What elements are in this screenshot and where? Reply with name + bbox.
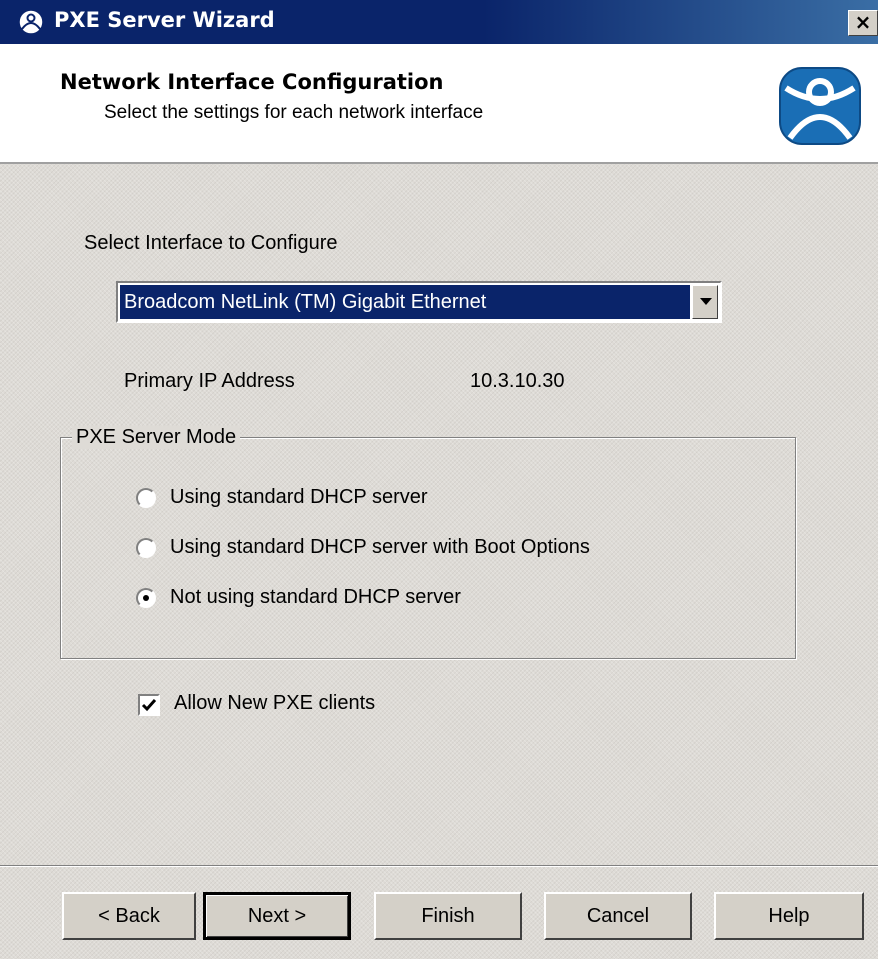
page-subtitle: Select the settings for each network int… — [104, 102, 484, 123]
allow-new-clients-label: Allow New PXE clients — [174, 692, 376, 714]
pxe-mode-legend: PXE Server Mode — [72, 426, 241, 449]
radio-label: Using standard DHCP server with Boot Opt… — [170, 536, 590, 558]
radio-button[interactable] — [136, 588, 156, 608]
page-title: Network Interface Configuration — [60, 70, 444, 94]
chevron-down-icon — [700, 298, 712, 305]
allow-new-clients-checkbox[interactable] — [138, 694, 160, 716]
app-icon — [18, 9, 44, 35]
radio-label: Not using standard DHCP server — [170, 586, 461, 608]
radio-label: Using standard DHCP server — [170, 486, 428, 508]
help-button[interactable]: Help — [714, 892, 864, 940]
finish-button[interactable]: Finish — [374, 892, 522, 940]
radio-button[interactable] — [136, 538, 156, 558]
thinmanager-logo-icon — [779, 67, 861, 145]
interface-label: Select Interface to Configure — [84, 232, 338, 254]
interface-dropdown[interactable]: Broadcom NetLink (TM) Gigabit Ethernet — [116, 281, 722, 323]
button-separator — [0, 865, 878, 867]
wizard-header: Network Interface Configuration Select t… — [0, 44, 878, 164]
window-title: PXE Server Wizard — [54, 8, 275, 32]
cancel-button[interactable]: Cancel — [544, 892, 692, 940]
back-button[interactable]: < Back — [62, 892, 196, 940]
dropdown-button[interactable] — [692, 285, 718, 319]
wizard-body: Select Interface to Configure Broadcom N… — [0, 164, 878, 959]
ip-address-value: 10.3.10.30 — [470, 370, 565, 392]
radio-selected-dot — [143, 595, 149, 601]
close-button[interactable]: × — [848, 10, 878, 36]
radio-button[interactable] — [136, 488, 156, 508]
title-bar[interactable]: PXE Server Wizard × — [0, 0, 878, 44]
ip-address-label: Primary IP Address — [124, 370, 295, 392]
checkmark-icon — [141, 699, 157, 712]
next-button[interactable]: Next > — [203, 892, 351, 940]
interface-selected-value: Broadcom NetLink (TM) Gigabit Ethernet — [120, 285, 690, 319]
